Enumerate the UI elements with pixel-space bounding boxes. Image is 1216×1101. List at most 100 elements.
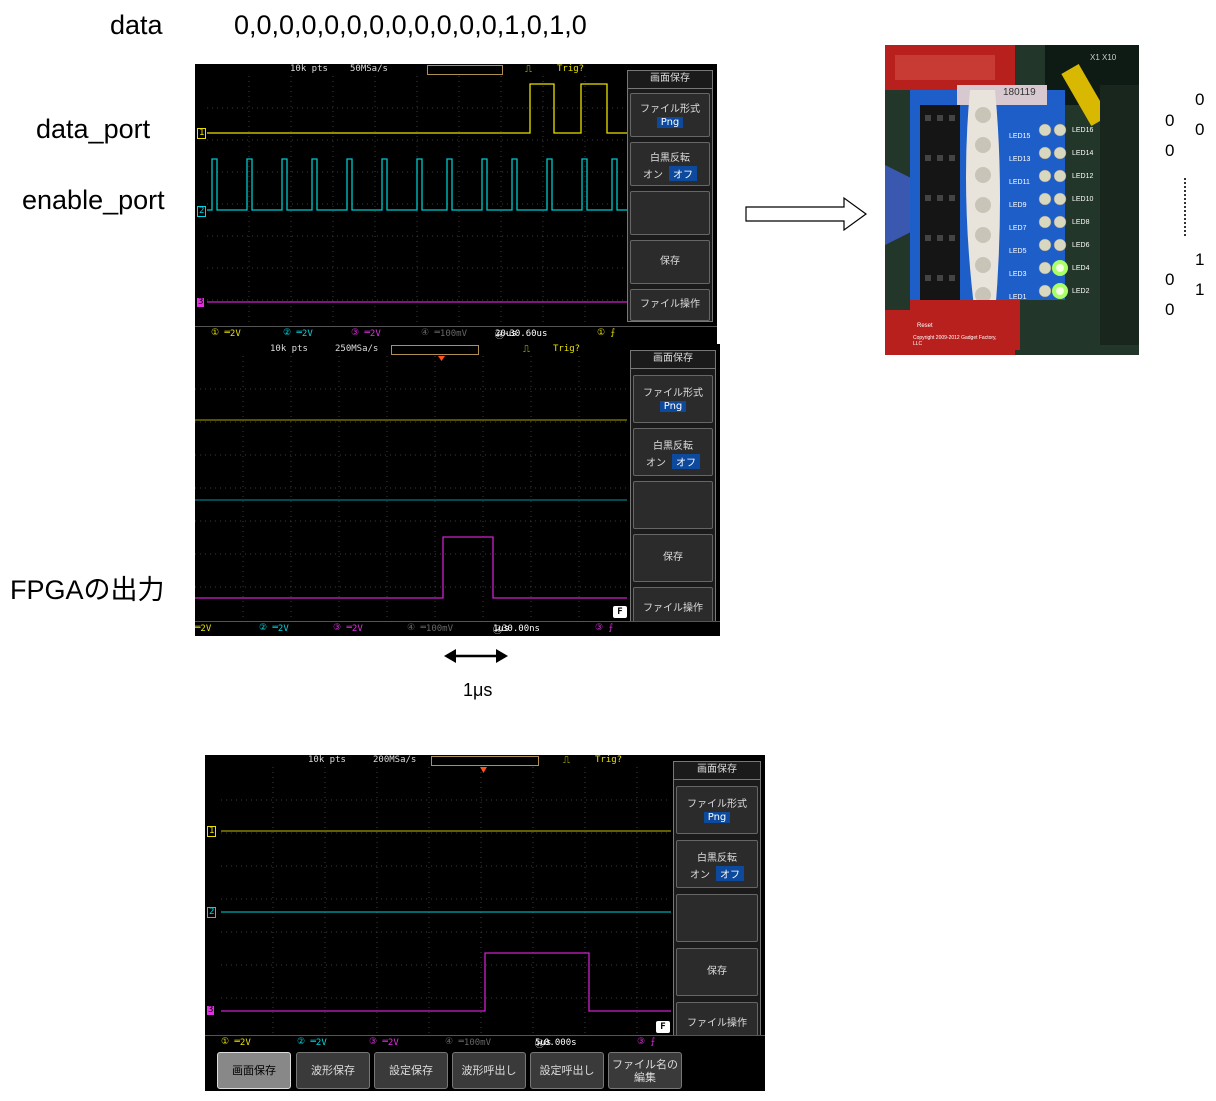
ch2-marker: 2 xyxy=(207,907,217,918)
sample-rate-readout: 200MSa/s xyxy=(373,755,417,765)
led-board-photo: 180119 X1 X10 LED15 LED13 LED11 LED9 LED… xyxy=(885,45,1139,355)
led-labels-right: LED16 LED14 LED12 LED10 LED8 LED6 LED4 L… xyxy=(1072,119,1093,303)
invert-off: オフ xyxy=(672,454,700,469)
led-label: LED2 xyxy=(1072,288,1090,295)
invert-off: オフ xyxy=(669,166,697,181)
file-format-label: ファイル形式 xyxy=(640,104,700,115)
ch4-scale: ④ ═ 100mV xyxy=(445,1037,491,1048)
ch1-scale: ═ 2V xyxy=(195,623,212,634)
one-us-label: 1μs xyxy=(463,680,493,700)
data-port-label: data_port xyxy=(36,114,151,144)
f-badge: F xyxy=(656,1021,670,1033)
invert-button[interactable]: 白黒反転 オン オフ xyxy=(630,142,710,186)
trigger-status: Trig? xyxy=(553,344,581,354)
softkey-setting-recall[interactable]: 設定呼出し xyxy=(530,1052,604,1089)
ch1-marker: 1 xyxy=(197,128,207,139)
trigger-status: Trig? xyxy=(557,64,585,74)
file-ops-label: ファイル操作 xyxy=(640,299,700,310)
led-label: LED16 xyxy=(1072,127,1094,134)
menu-title: 画面保存 xyxy=(631,351,715,369)
photo-probe: X1 X10 xyxy=(1090,53,1117,62)
points-readout: 10k pts xyxy=(308,755,346,765)
softkey-bar: 画面保存 波形保存 設定保存 波形呼出し 設定呼出し ファイル名の編集 xyxy=(205,1050,765,1091)
photo-reset: Reset xyxy=(917,323,933,329)
softkey-waveform-recall[interactable]: 波形呼出し xyxy=(452,1052,526,1089)
led-value-r3: 1 xyxy=(1195,250,1205,269)
png-value: Png xyxy=(656,117,684,128)
led-label: LED13 xyxy=(1009,156,1031,163)
blank-menu-button[interactable] xyxy=(676,894,758,942)
sample-rate-readout: 250MSa/s xyxy=(335,344,379,354)
invert-on: オン xyxy=(690,870,710,881)
blank-menu-button[interactable] xyxy=(633,481,713,529)
softkey-waveform-save[interactable]: 波形保存 xyxy=(296,1052,370,1089)
led-label: LED10 xyxy=(1072,196,1094,203)
waveform-area xyxy=(221,767,671,1035)
memory-overview-bar xyxy=(391,345,479,355)
enable-port-label: enable_port xyxy=(22,185,165,215)
led-label: LED7 xyxy=(1009,225,1027,232)
ch2-scale: ② ═ 2V xyxy=(297,1037,327,1048)
oscilloscope-screen-2: 10k pts 250MSa/s ⎍ Trig? 画面保存 ファイル形式 Png… xyxy=(195,344,720,636)
right-arrow-icon xyxy=(745,196,868,232)
led-label: LED1 xyxy=(1009,294,1027,301)
f-badge: F xyxy=(613,606,627,618)
fpga-output-label: FPGAの出力 xyxy=(10,575,165,605)
file-format-label: ファイル形式 xyxy=(687,799,747,810)
led-value-l2: 0 xyxy=(1165,141,1175,160)
led-label: LED11 xyxy=(1009,179,1030,186)
scope-footer: ═ 2V ② ═ 2V ③ ═ 2V ④ ═ 100mV 1us Ⓗ 30.00n… xyxy=(195,621,720,636)
scope-footer: ① ═ 2V ② ═ 2V ③ ═ 2V ④ ═ 100mV 5us Ⓗ 0.0… xyxy=(205,1035,765,1050)
led-value-l3: 0 xyxy=(1165,270,1175,289)
softkey-screen-save[interactable]: 画面保存 xyxy=(217,1052,291,1089)
screen-save-menu: 画面保存 ファイル形式 Png 白黒反転 オン オフ 保存 ファイル操作 xyxy=(630,350,716,632)
led-label: LED14 xyxy=(1072,150,1094,157)
oscilloscope-screen-3: 10k pts 200MSa/s ⎍ Trig? 1 2 3 画面保存 ファイル… xyxy=(205,755,765,1050)
double-arrow-icon xyxy=(444,649,508,663)
file-format-label: ファイル形式 xyxy=(643,388,703,399)
led-label: LED8 xyxy=(1072,219,1090,226)
ch2-scale: ② ═ 2V xyxy=(283,328,313,339)
save-button[interactable]: 保存 xyxy=(633,534,713,582)
trigger-edge-icon: ⎍ xyxy=(523,344,530,355)
invert-label: 白黒反転 xyxy=(653,441,693,452)
file-format-button[interactable]: ファイル形式 Png xyxy=(676,786,758,834)
data-title: data xyxy=(110,10,163,40)
timebase-readout: 20us Ⓗ -30.60us xyxy=(495,329,548,341)
led-labels-left: LED15 LED13 LED11 LED9 LED7 LED5 LED3 LE… xyxy=(1009,125,1030,309)
screen-save-menu: 画面保存 ファイル形式 Png 白黒反転 オン オフ 保存 ファイル操作 xyxy=(673,761,761,1047)
ellipsis-dots xyxy=(1184,178,1186,236)
file-ops-label: ファイル操作 xyxy=(687,1018,747,1029)
softkey-setting-save[interactable]: 設定保存 xyxy=(374,1052,448,1089)
save-button[interactable]: 保存 xyxy=(676,948,758,996)
png-value: Png xyxy=(703,812,731,823)
oscilloscope-screen-1: 10k pts 50MSa/s ⎍ Trig? 1 2 3 画面保存 ファイル形… xyxy=(195,64,717,344)
softkey-rename-file[interactable]: ファイル名の編集 xyxy=(608,1052,682,1089)
file-format-button[interactable]: ファイル形式 Png xyxy=(633,375,713,423)
ch4-scale: ④ ═ 100mV xyxy=(407,623,453,634)
save-button[interactable]: 保存 xyxy=(630,240,710,284)
invert-off: オフ xyxy=(716,866,744,881)
invert-button[interactable]: 白黒反転 オン オフ xyxy=(676,840,758,888)
invert-on: オン xyxy=(643,170,663,181)
ch4-scale: ④ ═ 100mV xyxy=(421,328,467,339)
ch1-scale: ① ═ 2V xyxy=(221,1037,251,1048)
ch3-scale: ③ ═ 2V xyxy=(369,1037,399,1048)
memory-overview-bar xyxy=(427,65,503,75)
photo-tag: 180119 xyxy=(1003,87,1036,98)
menu-title: 画面保存 xyxy=(628,71,712,89)
menu-title: 画面保存 xyxy=(674,762,760,780)
led-label: LED4 xyxy=(1072,265,1090,272)
invert-on: オン xyxy=(646,458,666,469)
trigger-source: ③ ⨍ xyxy=(637,1037,656,1047)
png-value: Png xyxy=(659,401,687,412)
file-ops-button[interactable]: ファイル操作 xyxy=(630,289,710,321)
trigger-status: Trig? xyxy=(595,755,623,765)
ch3-scale: ③ ═ 2V xyxy=(351,328,381,339)
invert-button[interactable]: 白黒反転 オン オフ xyxy=(633,428,713,476)
ch3-marker: 3 xyxy=(207,1005,215,1015)
waveform-area xyxy=(195,356,627,620)
ch2-scale: ② ═ 2V xyxy=(259,623,289,634)
blank-menu-button[interactable] xyxy=(630,191,710,235)
file-format-button[interactable]: ファイル形式 Png xyxy=(630,93,710,137)
